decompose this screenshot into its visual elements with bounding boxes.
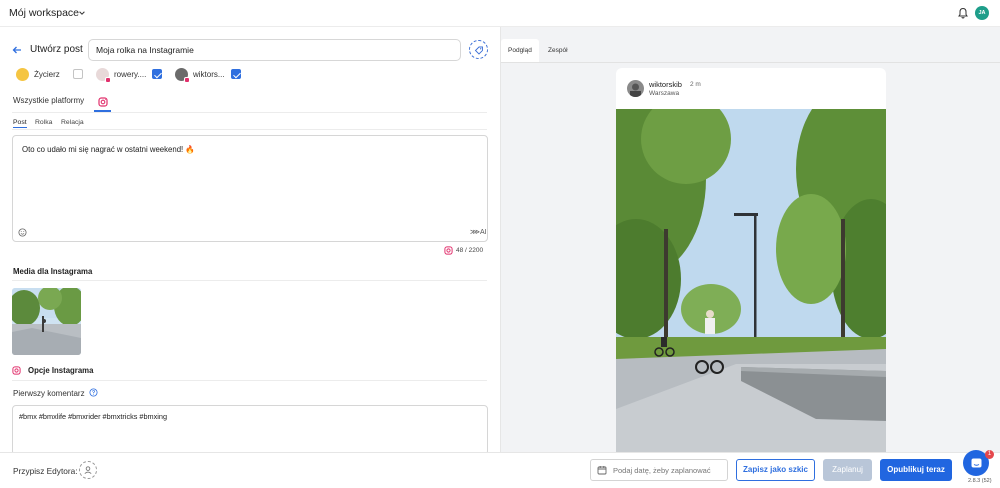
user-avatar[interactable]: JA <box>975 6 989 20</box>
tag-button[interactable] <box>469 40 488 59</box>
account-name: rowery.... <box>114 69 147 79</box>
instagram-badge-icon <box>105 76 111 83</box>
publish-now-button[interactable]: Opublikuj teraz <box>880 459 952 481</box>
user-add-icon <box>84 466 92 474</box>
subtab-reel[interactable]: Rolka <box>35 119 52 126</box>
caption-editor[interactable]: Oto co udało mi się nagrać w ostatni wee… <box>12 135 488 242</box>
app-version: 2.8.3 (52) <box>968 478 992 484</box>
media-thumbnail[interactable] <box>12 288 81 355</box>
emoji-icon[interactable] <box>18 228 27 237</box>
preview-time: 2 m <box>690 81 701 88</box>
account-avatar <box>96 67 111 83</box>
page-title: Utwórz post <box>30 44 83 55</box>
back-arrow-icon[interactable] <box>12 45 22 55</box>
assign-editor-label: Przypisz Edytora: <box>13 466 78 476</box>
post-title-input[interactable] <box>88 39 461 61</box>
chat-icon <box>971 458 981 467</box>
instagram-icon <box>444 246 453 255</box>
save-draft-button[interactable]: Zapisz jako szkic <box>736 459 815 481</box>
workspace-title[interactable]: Mój workspace <box>9 7 79 19</box>
media-section-title: Media dla Instagrama <box>13 267 93 276</box>
tab-all-platforms[interactable]: Wszystkie platformy <box>13 96 84 105</box>
subtab-post[interactable]: Post <box>13 119 27 128</box>
top-bar: Mój workspace JA <box>0 0 1000 27</box>
account-checkbox-zycierz[interactable] <box>73 69 83 79</box>
video-thumbnail-image <box>12 288 81 355</box>
account-item-zycierz[interactable]: Życierz <box>16 66 60 82</box>
schedule-date-field[interactable]: Podaj datę, żeby zaplanować <box>590 459 728 481</box>
instagram-icon[interactable] <box>95 94 111 110</box>
calendar-icon <box>597 466 607 475</box>
chat-notification-badge: 1 <box>985 450 994 459</box>
chevron-down-icon[interactable] <box>78 9 86 17</box>
account-name: wiktors... <box>193 69 225 79</box>
divider <box>12 129 487 130</box>
ai-assist-button[interactable]: ⋙AI <box>470 228 487 236</box>
account-checkbox-rowery[interactable] <box>152 69 162 79</box>
schedule-button[interactable]: Zaplanuj <box>823 459 872 481</box>
tag-icon <box>474 46 483 55</box>
first-comment-label: Pierwszy komentarz <box>13 389 85 398</box>
preview-username: wiktorskib <box>649 80 682 89</box>
preview-location: Warszawa <box>649 90 680 97</box>
bell-icon[interactable] <box>957 7 969 19</box>
tab-preview[interactable]: Podgląd <box>501 39 539 62</box>
instagram-badge-icon <box>184 76 190 83</box>
account-avatar <box>16 67 29 81</box>
assign-editor-button[interactable] <box>79 461 97 479</box>
account-avatar <box>175 67 190 83</box>
post-editor-panel: Utwórz post Życierz rowery.... wiktors..… <box>0 27 499 452</box>
help-icon[interactable] <box>89 388 98 397</box>
character-counter: 48 / 2200 <box>456 247 484 254</box>
sparkle-icon: ⋙ <box>470 229 480 236</box>
caption-text[interactable]: Oto co udało mi się nagrać w ostatni wee… <box>22 145 195 154</box>
bottom-action-bar: Przypisz Edytora: Podaj datę, żeby zapla… <box>0 452 1000 488</box>
account-checkbox-wiktors[interactable] <box>231 69 241 79</box>
first-comment-text[interactable]: #bmx #bmxlife #bmxrider #bmxtricks #bmxi… <box>19 412 167 421</box>
instagram-icon <box>12 366 21 375</box>
preview-video-image <box>616 109 886 452</box>
preview-avatar <box>627 80 644 97</box>
options-section-title: Opcje Instagrama <box>28 366 94 375</box>
preview-panel: Podgląd Zespół wiktorskib 2 m Warszawa <box>500 27 1000 452</box>
first-comment-field[interactable]: #bmx #bmxlife #bmxrider #bmxtricks #bmxi… <box>12 405 488 452</box>
instagram-post-preview: wiktorskib 2 m Warszawa <box>616 68 886 452</box>
account-item-wiktors[interactable]: wiktors... <box>175 66 225 83</box>
tabs-divider <box>501 62 1000 63</box>
account-name: Życierz <box>34 69 60 79</box>
divider <box>12 380 487 381</box>
tab-team[interactable]: Zespół <box>541 39 575 62</box>
date-placeholder: Podaj datę, żeby zaplanować <box>613 466 711 475</box>
account-item-rowery[interactable]: rowery.... <box>96 66 147 83</box>
divider <box>12 112 487 113</box>
subtab-story[interactable]: Relacja <box>61 119 84 126</box>
divider <box>12 280 487 281</box>
